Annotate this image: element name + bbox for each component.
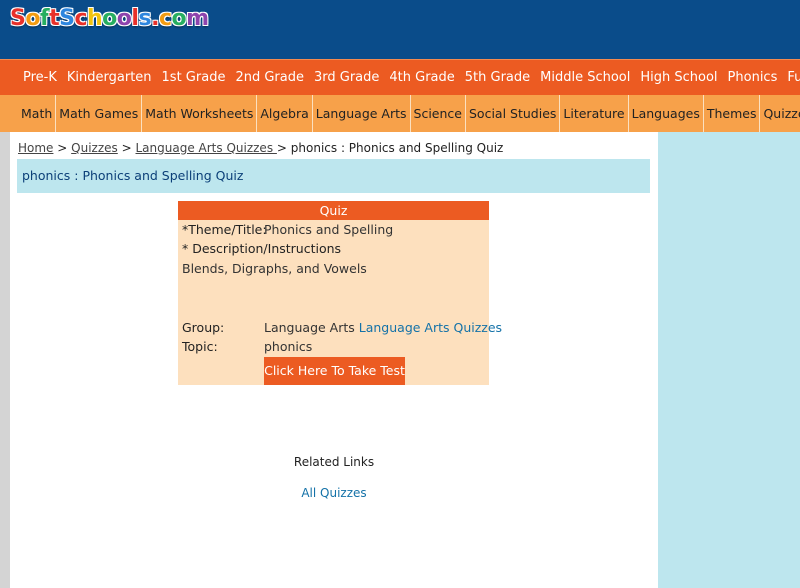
softschools-logo[interactable]: SoftSchools.com — [10, 6, 209, 38]
breadcrumb-current: phonics : Phonics and Spelling Quiz — [290, 141, 504, 155]
nav-primary-item[interactable]: 3rd Grade — [309, 60, 384, 95]
logo-letter: c — [74, 6, 87, 31]
nav-secondary-item[interactable]: Social Studies — [465, 95, 559, 132]
nav-primary-item[interactable]: Phonics — [723, 60, 783, 95]
description-label: * Description/Instructions — [182, 241, 342, 256]
breadcrumb-home-link[interactable]: Home — [18, 141, 53, 155]
nav-primary-item[interactable]: Middle School — [535, 60, 635, 95]
nav-secondary-item[interactable]: Literature — [559, 95, 627, 132]
theme-value: Phonics and Spelling — [264, 222, 394, 237]
topic-value: phonics — [264, 339, 313, 354]
nav-secondary-item[interactable]: Math — [18, 95, 55, 132]
site-header: SoftSchools.com — [0, 0, 800, 59]
breadcrumb-separator: > — [57, 141, 68, 155]
nav-secondary-item[interactable]: Quizzes — [759, 95, 800, 132]
group-link[interactable]: Language Arts Quizzes — [359, 320, 502, 335]
page-title-bar: phonics : Phonics and Spelling Quiz — [17, 159, 650, 193]
take-test-button[interactable]: Click Here To Take Test — [264, 357, 405, 385]
logo-letter: f — [39, 6, 50, 31]
nav-secondary-item[interactable]: Themes — [702, 95, 760, 132]
logo-letter: s — [138, 6, 152, 31]
breadcrumb: Home > Quizzes > Language Arts Quizzes >… — [18, 141, 503, 155]
logo-letter: m — [186, 6, 209, 31]
logo-letter: c — [158, 6, 172, 31]
logo-letter: o — [25, 6, 40, 31]
logo-letter: h — [87, 6, 103, 31]
group-name: Language Arts — [264, 320, 355, 335]
breadcrumb-quizzes-link[interactable]: Quizzes — [71, 141, 118, 155]
right-sidebar — [658, 132, 800, 588]
main-content: Home > Quizzes > Language Arts Quizzes >… — [10, 132, 658, 588]
logo-letter: o — [171, 6, 187, 31]
nav-primary-item[interactable]: Kindergarten — [62, 60, 157, 95]
primary-nav: Pre-K Kindergarten 1st Grade 2nd Grade 3rd G… — [0, 59, 800, 95]
logo-letter: S — [59, 6, 75, 31]
nav-secondary-item[interactable]: Language Arts — [311, 95, 410, 132]
nav-primary-item[interactable]: High School — [635, 60, 722, 95]
nav-primary-item[interactable]: 5th Grade — [460, 60, 535, 95]
all-quizzes-link[interactable]: All Quizzes — [301, 486, 366, 500]
all-quizzes-container: All Quizzes — [10, 486, 658, 500]
nav-secondary-item[interactable]: Algebra — [256, 95, 311, 132]
breadcrumb-separator: > — [121, 141, 132, 155]
topic-label: Topic: — [182, 339, 218, 354]
nav-secondary-item[interactable]: Math Worksheets — [141, 95, 256, 132]
logo-letter: . — [151, 6, 159, 31]
nav-primary-item[interactable]: Fun Gam — [782, 60, 800, 95]
nav-primary-item[interactable]: 2nd Grade — [230, 60, 309, 95]
nav-secondary-item[interactable]: Math Games — [55, 95, 141, 132]
nav-primary-item[interactable]: 4th Grade — [384, 60, 459, 95]
logo-letter: o — [102, 6, 117, 31]
group-value: Language Arts Language Arts Quizzes — [264, 320, 502, 335]
logo-letter: S — [10, 6, 26, 31]
nav-primary-item[interactable]: 1st Grade — [157, 60, 231, 95]
logo-letter: o — [116, 6, 132, 31]
secondary-nav: Math Math Games Math Worksheets Algebra Lang… — [0, 95, 800, 132]
logo-letter: t — [49, 6, 60, 31]
nav-secondary-item[interactable]: Science — [409, 95, 465, 132]
nav-secondary-item[interactable]: Languages — [627, 95, 703, 132]
group-label: Group: — [182, 320, 225, 335]
description-value: Blends, Digraphs, and Vowels — [182, 261, 367, 276]
breadcrumb-language-arts-quizzes-link[interactable]: Language Arts Quizzes — [136, 141, 277, 155]
related-links-heading: Related Links — [293, 455, 375, 469]
breadcrumb-separator: > — [276, 141, 287, 155]
quiz-card-header: Quiz — [178, 201, 489, 220]
theme-label: *Theme/Title: — [182, 222, 267, 237]
page-title: phonics : Phonics and Spelling Quiz — [22, 168, 244, 183]
quiz-card: Quiz *Theme/Title: Phonics and Spelling … — [178, 201, 502, 385]
nav-primary-item[interactable]: Pre-K — [18, 60, 62, 95]
